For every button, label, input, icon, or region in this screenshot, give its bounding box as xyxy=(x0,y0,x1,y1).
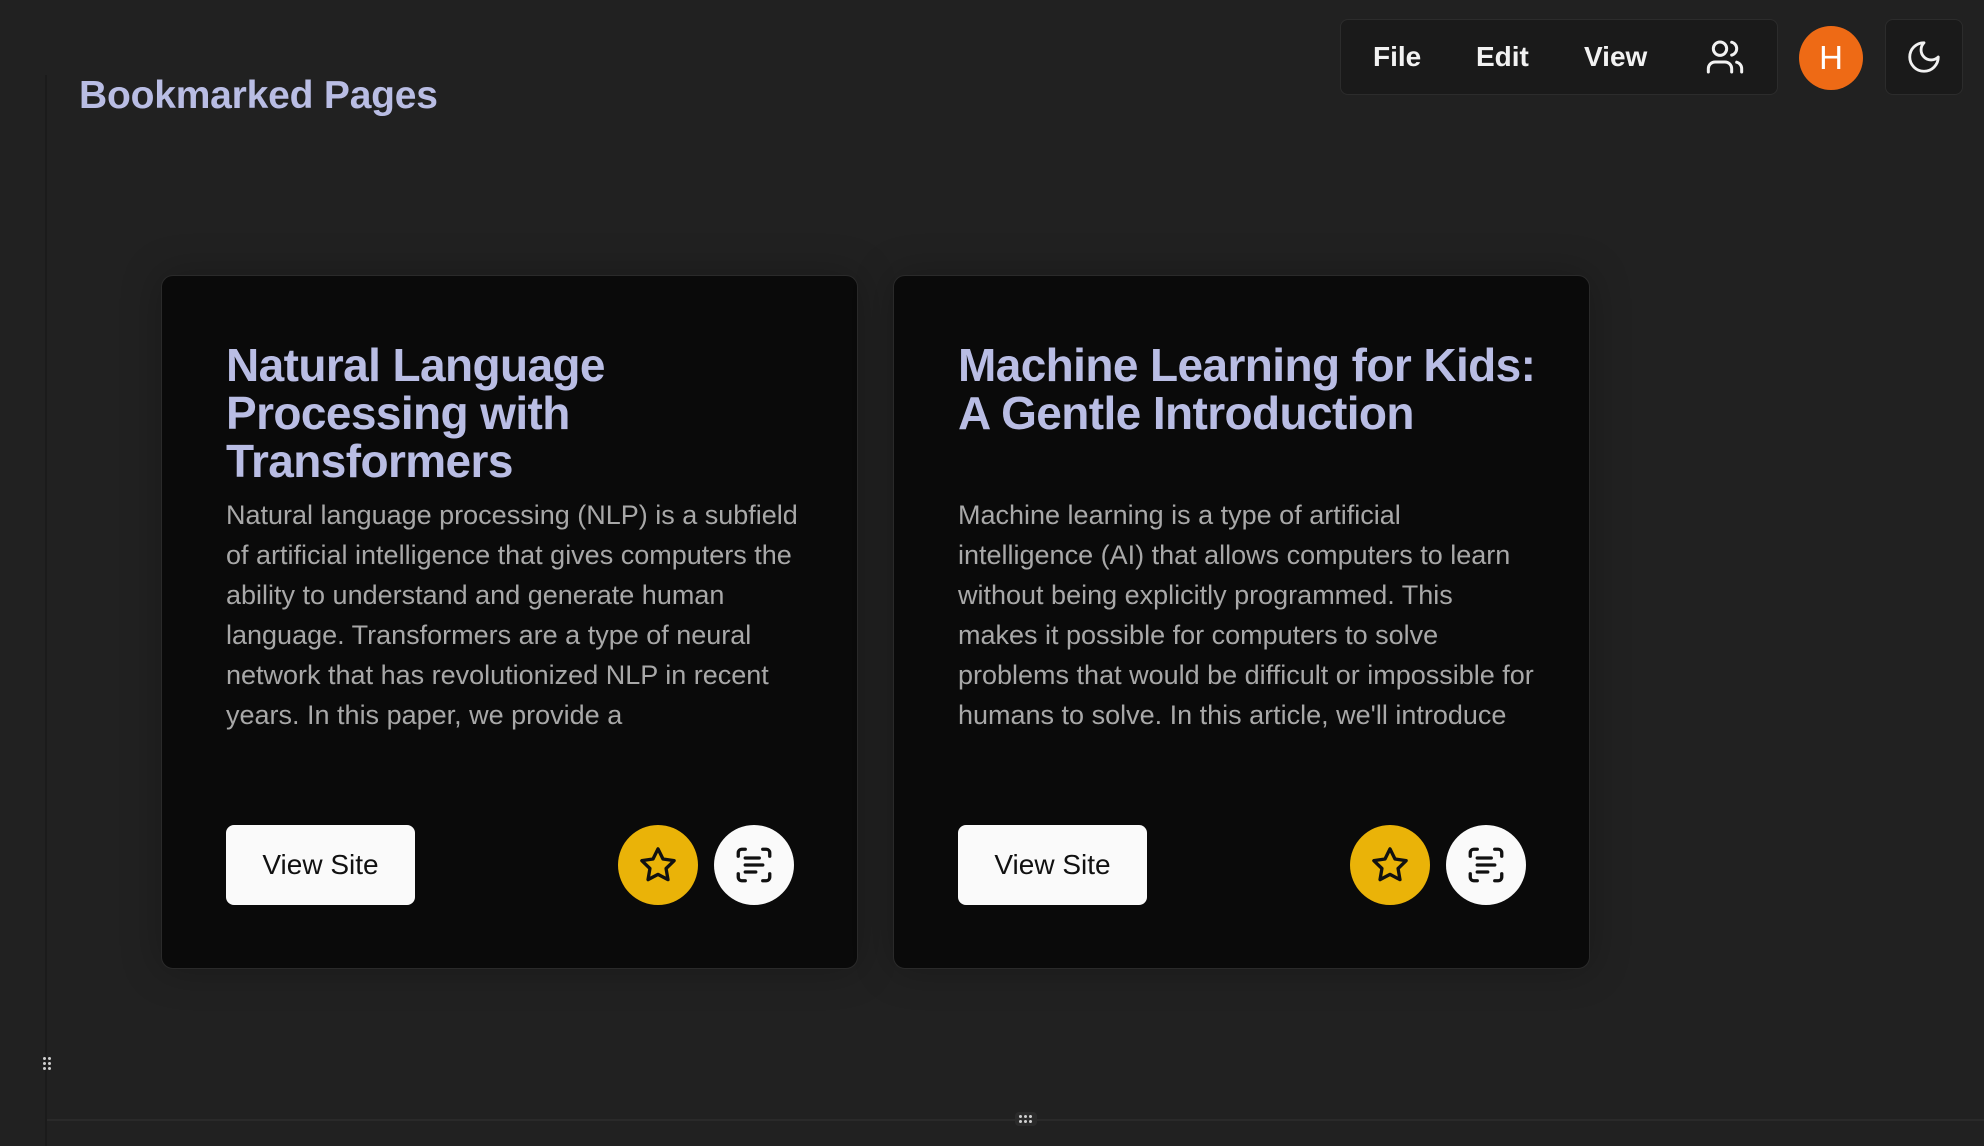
app-page: Bookmarked Pages File Edit View H Natura… xyxy=(0,0,1984,1146)
view-site-button[interactable]: View Site xyxy=(958,825,1147,905)
view-site-button[interactable]: View Site xyxy=(226,825,415,905)
card-description: Natural language processing (NLP) is a s… xyxy=(226,500,798,730)
menu-view[interactable]: View xyxy=(1584,20,1647,94)
left-panel-divider xyxy=(45,75,47,1146)
menu-edit[interactable]: Edit xyxy=(1476,20,1529,94)
bottom-resize-handle-icon[interactable] xyxy=(1015,1112,1037,1126)
user-avatar[interactable]: H xyxy=(1799,26,1863,90)
star-icon xyxy=(1372,847,1408,882)
card-title: Natural Language Processing with Transfo… xyxy=(226,339,606,487)
bookmark-card: Machine Learning for Kids: A Gentle Intr… xyxy=(893,275,1590,969)
side-resize-handle-icon[interactable] xyxy=(40,1055,54,1073)
users-icon[interactable] xyxy=(1705,37,1745,77)
summarize-button[interactable] xyxy=(1446,825,1526,905)
page-title: Bookmarked Pages xyxy=(79,74,438,117)
star-icon xyxy=(640,847,676,882)
bookmark-card: Natural Language Processing with Transfo… xyxy=(161,275,858,969)
card-title: Machine Learning for Kids: A Gentle Intr… xyxy=(958,339,1536,439)
scan-text-icon xyxy=(736,847,772,883)
scan-text-icon xyxy=(1468,847,1504,883)
theme-toggle-button[interactable] xyxy=(1885,19,1963,95)
bookmark-star-button[interactable] xyxy=(618,825,698,905)
bookmark-star-button[interactable] xyxy=(1350,825,1430,905)
menu-file[interactable]: File xyxy=(1373,20,1421,94)
card-description: Machine learning is a type of artificial… xyxy=(958,500,1534,730)
moon-icon xyxy=(1908,41,1940,73)
summarize-button[interactable] xyxy=(714,825,794,905)
menubar: File Edit View xyxy=(1340,19,1778,95)
